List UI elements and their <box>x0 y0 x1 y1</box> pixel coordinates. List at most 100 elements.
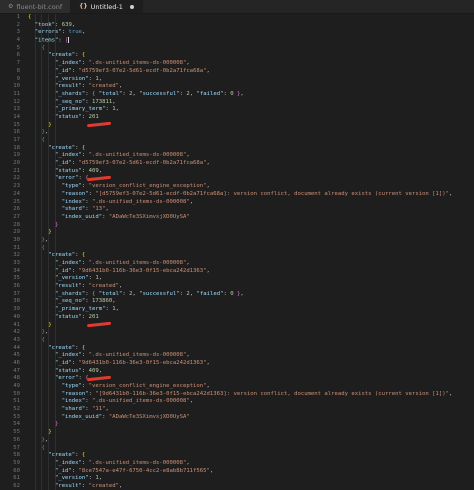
code-text: "result": "created", <box>28 483 122 490</box>
code-line[interactable]: 17 { <box>0 137 474 145</box>
code-token: "create" <box>48 252 76 259</box>
line-number: 2 <box>16 21 20 28</box>
code-line[interactable]: 2 "took": 639, <box>0 22 474 30</box>
code-line[interactable]: 46 "_id": "9d6431b0-116b-36e3-0f15-ebca2… <box>0 360 474 368</box>
code-text: { <box>28 245 44 253</box>
code-line[interactable]: 4 "items": [ <box>0 37 474 45</box>
code-line[interactable]: 55 } <box>0 429 474 437</box>
code-line[interactable]: 47 "status": 409, <box>0 368 474 376</box>
code-line[interactable]: 34 "_id": "9d6431b0-116b-36e3-0f15-ebca2… <box>0 268 474 276</box>
code-editor[interactable]: 1{2 "took": 639, 3 "errors": true, 4 "item… <box>0 14 474 490</box>
code-line[interactable]: 24 "reason": "[d5759ef3-07e2-5d61-ecdf-0… <box>0 191 474 199</box>
line-number: 9 <box>16 75 20 82</box>
code-line[interactable]: 8 "_id": "d5759ef3-07e2-5d61-ecdf-0b2a71… <box>0 68 474 76</box>
code-line[interactable]: 58 "create": { <box>0 452 474 460</box>
code-token: "create" <box>48 52 76 59</box>
code-line[interactable]: 37 "_shards": { "total": 2, "successful"… <box>0 291 474 299</box>
code-line[interactable]: 51 "index": ".ds-unified_items-ds-000008… <box>0 398 474 406</box>
code-token: , <box>209 467 214 474</box>
code-line[interactable]: 35 "_version": 1, <box>0 275 474 283</box>
code-line[interactable]: 30 }, <box>0 237 474 245</box>
code-line[interactable]: 15 } <box>0 122 474 130</box>
code-line[interactable]: 32 "create": { <box>0 252 474 260</box>
code-line[interactable]: 39 "_primary_term": 1, <box>0 306 474 314</box>
code-line[interactable]: 56 }, <box>0 437 474 445</box>
tab-fluent-bit-conf[interactable]: ⚙ fluent-bit.conf <box>0 0 72 13</box>
code-text: "create": { <box>28 452 85 460</box>
code-line[interactable]: 44 "create": { <box>0 345 474 353</box>
code-line[interactable]: 14 "status": 201 <box>0 114 474 122</box>
code-line[interactable]: 48 "error": { <box>0 375 474 383</box>
code-token: "index" <box>61 398 86 405</box>
code-line[interactable]: 9 "_version": 1, <box>0 76 474 84</box>
code-line[interactable]: 5 { <box>0 45 474 53</box>
unsaved-dot-icon[interactable] <box>129 4 134 9</box>
code-line[interactable]: 54 } <box>0 421 474 429</box>
code-line[interactable]: 28 } <box>0 222 474 230</box>
code-line[interactable]: 31 { <box>0 245 474 253</box>
code-line[interactable]: 61 "_version": 1, <box>0 475 474 483</box>
code-line[interactable]: 12 "_seq_no": 173811, <box>0 99 474 107</box>
code-line[interactable]: 59 "_index": ".ds-unified_items-ds-00000… <box>0 460 474 468</box>
code-line[interactable]: 36 "result": "created", <box>0 283 474 291</box>
code-line[interactable]: 49 "type": "version_conflict_engine_exce… <box>0 383 474 391</box>
code-line[interactable]: 41 } <box>0 322 474 330</box>
code-line[interactable]: 40 "status": 201 <box>0 314 474 322</box>
code-line[interactable]: 23 "type": "version_conflict_engine_exce… <box>0 183 474 191</box>
code-line[interactable]: 43 { <box>0 337 474 345</box>
code-line[interactable]: 20 "_id": "d5759ef3-07e2-5d61-ecdf-0b2a7… <box>0 160 474 168</box>
code-token: "_version" <box>54 275 89 282</box>
code-line[interactable]: 27 "index_uuid": "ADaWcTe3SXimvsjXD0UySA… <box>0 214 474 222</box>
code-line[interactable]: 19 "_index": ".ds-unified_items-ds-00000… <box>0 152 474 160</box>
code-line[interactable]: 11 "_shards": { "total": 2, "successful"… <box>0 91 474 99</box>
code-line[interactable]: 1{ <box>0 14 474 22</box>
code-line[interactable]: 33 "_index": ".ds-unified_items-ds-00000… <box>0 260 474 268</box>
code-token: , <box>71 21 76 28</box>
line-number: 37 <box>13 290 20 297</box>
code-line[interactable]: 60 "_id": "8ce7547a-e47f-6750-4cc2-e8ab8… <box>0 468 474 476</box>
code-line[interactable]: 53 "index_uuid": "ADaWcTe3SXimvsjXD0UySA… <box>0 414 474 422</box>
code-line[interactable]: 6 "create": { <box>0 52 474 60</box>
code-token: , <box>44 129 49 136</box>
code-text: "_shards": { "total": 2, "successful": 2… <box>28 91 244 99</box>
code-line[interactable]: 29 } <box>0 229 474 237</box>
code-text: "error": { <box>28 175 89 183</box>
code-line[interactable]: 45 "_index": ".ds-unified_items-ds-00000… <box>0 352 474 360</box>
code-token: "result" <box>54 482 82 489</box>
code-token: : <box>81 283 89 290</box>
code-token: 201 <box>88 113 99 120</box>
tab-untitled-1[interactable]: {} Untitled-1 <box>71 0 143 13</box>
line-number: 17 <box>13 137 20 143</box>
text-cursor <box>68 37 70 44</box>
code-line[interactable]: 10 "result": "created", <box>0 83 474 91</box>
code-line[interactable]: 13 "_primary_term": 1, <box>0 106 474 114</box>
code-line[interactable]: 18 "create": { <box>0 145 474 153</box>
code-line[interactable]: 42 }, <box>0 329 474 337</box>
code-line[interactable]: 38 "_seq_no": 173860, <box>0 298 474 306</box>
code-line[interactable]: 62 "result": "created", <box>0 483 474 490</box>
code-line[interactable]: 3 "errors": true, <box>0 29 474 37</box>
code-line[interactable]: 52 "shard": "11", <box>0 406 474 414</box>
code-line[interactable]: 57 { <box>0 445 474 453</box>
code-token: : <box>81 83 89 90</box>
line-number: 29 <box>13 229 20 236</box>
code-line[interactable]: 7 "_index": ".ds-unified_items-ds-000008… <box>0 60 474 68</box>
code-token: , <box>206 183 210 190</box>
code-line[interactable]: 21 "status": 409, <box>0 168 474 176</box>
line-number: 40 <box>13 313 20 320</box>
code-line[interactable]: 26 "shard": "13", <box>0 206 474 214</box>
code-line[interactable]: 25 "index": ".ds-unified_items-ds-000008… <box>0 199 474 207</box>
code-line[interactable]: 16 }, <box>0 129 474 137</box>
code-line[interactable]: 50 "reason": "[9d6431b0-116b-36e3-0f15-e… <box>0 391 474 399</box>
code-token: "8ce7547a-e47f-6750-4cc2-e8ab8b711f565" <box>78 467 210 474</box>
code-token: , <box>240 290 244 297</box>
code-line[interactable]: 22 "error": { <box>0 175 474 183</box>
code-token: , <box>81 29 86 36</box>
line-number: 57 <box>13 444 20 451</box>
